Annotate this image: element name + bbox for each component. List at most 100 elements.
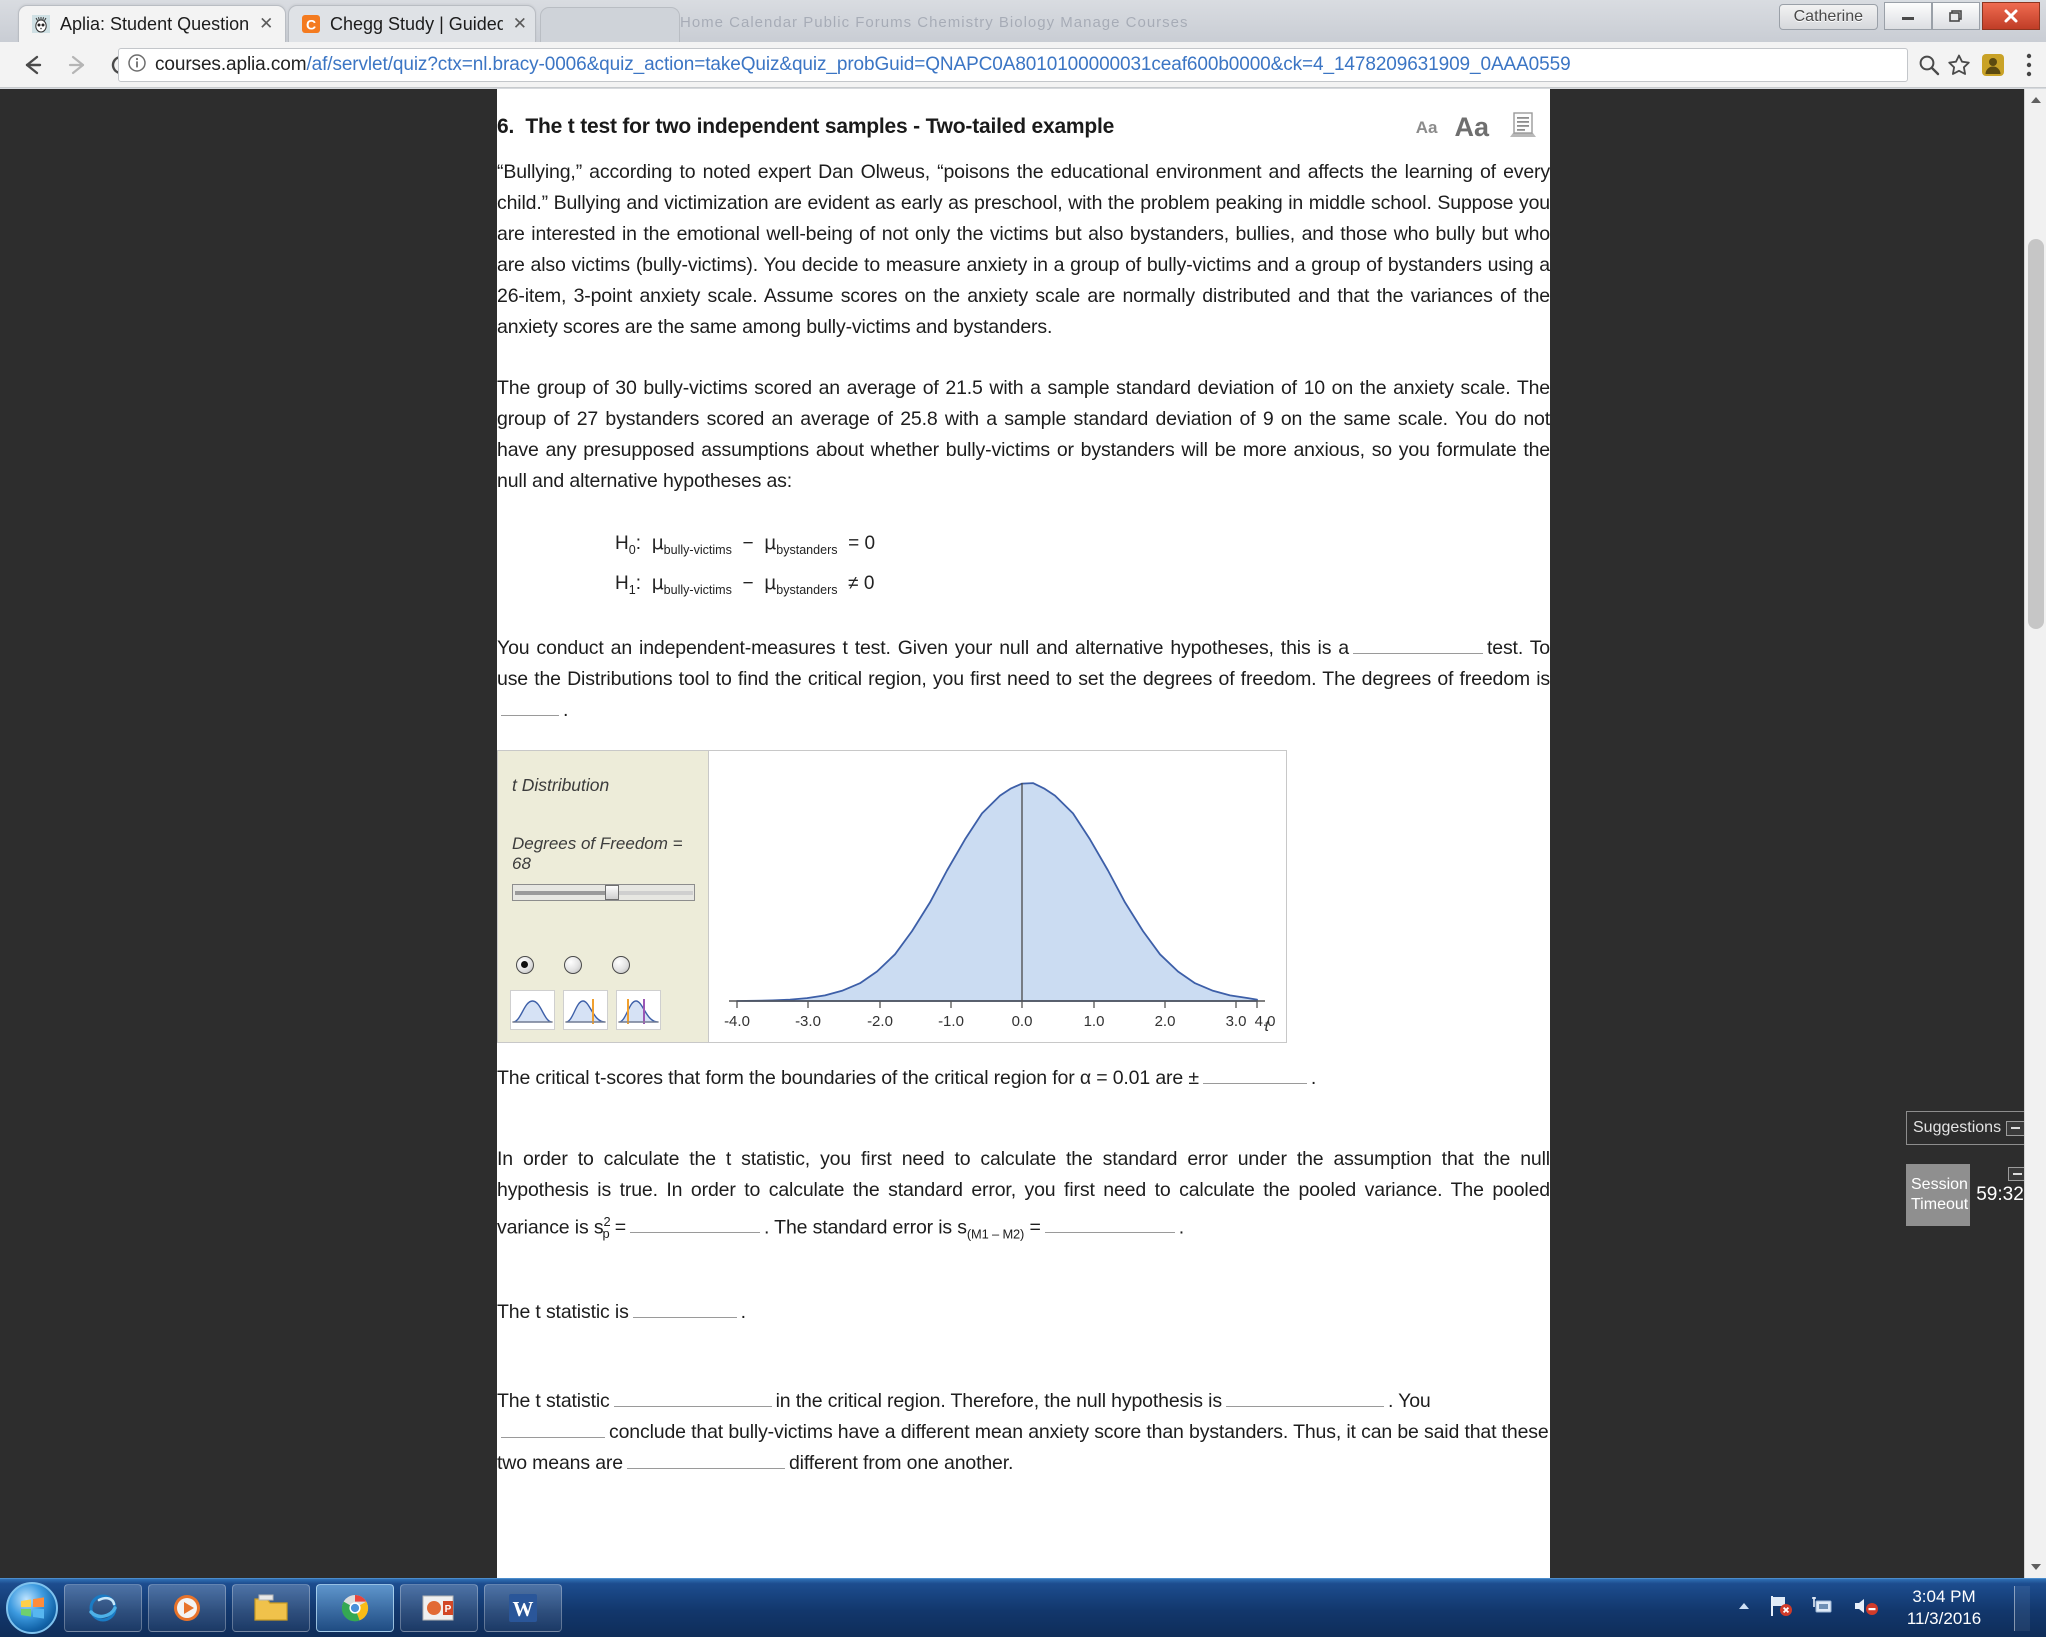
svg-text:C: C [306, 17, 316, 33]
show-desktop-button[interactable] [2014, 1585, 2030, 1631]
font-decrease-button[interactable]: Aa [1416, 118, 1438, 138]
tail-radio-group [516, 955, 630, 974]
conclusion-text-b: in the critical region. Therefore, the n… [775, 1389, 1222, 1412]
h1-operator: − [742, 572, 754, 594]
new-tab-button[interactable] [540, 7, 680, 42]
t-distribution-tool[interactable]: t Distribution Degrees of Freedom = 68 -… [497, 749, 1287, 1043]
alternative-hypothesis: H1: μbully-victims − μbystanders ≠ 0 [615, 571, 875, 597]
system-tray: 3:04 PM 11/3/2016 [1736, 1585, 2046, 1631]
window-minimize-button[interactable] [1884, 2, 1932, 30]
suggestions-label: Suggestions [1913, 1119, 2002, 1136]
question-paragraph-1: “Bullying,” according to noted expert Da… [497, 161, 1550, 338]
network-flag-error-icon[interactable] [1768, 1594, 1794, 1623]
suggestions-minimize-icon[interactable] [2006, 1120, 2025, 1136]
thumbnail-no-tail-icon[interactable] [510, 989, 555, 1030]
suggestions-panel[interactable]: Suggestions [1906, 1111, 2030, 1145]
degrees-of-freedom-blank[interactable] [501, 697, 559, 716]
t-distribution-curve: -4.0 -3.0 -2.0 -1.0 0.0 1.0 2.0 3.0 4.0 [724, 781, 1275, 1030]
session-timeout-label: Session Timeout [1911, 1176, 1969, 1213]
taskbar-item-internet-explorer[interactable] [64, 1584, 142, 1632]
chevron-up-icon[interactable] [1736, 1599, 1752, 1617]
means-different-blank[interactable] [626, 1450, 785, 1469]
url-text: courses.aplia.com/af/servlet/quiz?ctx=nl… [155, 54, 1571, 76]
user-avatar-icon[interactable] [1980, 52, 2006, 83]
degrees-of-freedom-slider[interactable] [512, 883, 695, 901]
tab-close-icon[interactable]: ✕ [259, 14, 273, 34]
star-icon[interactable] [1946, 52, 1972, 83]
h1-group1: bully-victims [663, 582, 732, 597]
scroll-down-button[interactable] [2025, 1556, 2046, 1578]
browser-tab-aplia[interactable]: Aplia: Student Question ✕ [18, 5, 286, 42]
h1-value: 0 [863, 572, 875, 594]
clock-time: 3:04 PM [1912, 1587, 1976, 1606]
xtick-label: 2.0 [1155, 1013, 1176, 1030]
test-type-blank[interactable] [1352, 635, 1483, 654]
search-icon[interactable] [1916, 52, 1942, 83]
question-title-text: The t test for two independent samples -… [525, 115, 1115, 138]
window-close-button[interactable] [1982, 2, 2040, 30]
distribution-title: t Distribution [512, 774, 610, 795]
action-center-icon[interactable] [1810, 1594, 1836, 1623]
window-restore-button[interactable] [1932, 2, 1980, 30]
scrollbar-thumb[interactable] [2028, 239, 2044, 629]
tail-thumbnail-group [510, 989, 661, 1030]
slider-track [515, 890, 693, 895]
radio-one-tail[interactable] [564, 955, 582, 974]
question-paragraph-3: You conduct an independent-measures t te… [497, 633, 1550, 726]
null-hypothesis-blank[interactable] [1225, 1388, 1384, 1407]
pooled-text-b: . The standard error is s [764, 1216, 967, 1239]
xtick-label: -1.0 [938, 1013, 964, 1030]
print-icon[interactable] [1506, 111, 1540, 144]
distribution-chart[interactable]: -4.0 -3.0 -2.0 -1.0 0.0 1.0 2.0 3.0 4.0 [709, 750, 1286, 1042]
p3-text-c: . [563, 698, 569, 721]
tstat-text-b: . [740, 1300, 746, 1323]
scroll-up-button[interactable] [2025, 89, 2046, 111]
t-statistic-blank[interactable] [632, 1299, 737, 1318]
h1-group2: bystanders [776, 582, 838, 597]
distribution-controls-panel: t Distribution Degrees of Freedom = 68 [498, 750, 709, 1042]
tab-close-icon[interactable]: ✕ [513, 14, 527, 34]
taskbar-item-powerpoint[interactable]: P [400, 1584, 478, 1632]
standard-error-blank[interactable] [1044, 1214, 1175, 1234]
browser-tab-chegg[interactable]: C Chegg Study | Guided So ✕ [288, 5, 536, 42]
slider-thumb[interactable] [605, 884, 619, 900]
thumbnail-two-tail-icon[interactable] [616, 989, 661, 1030]
taskbar-item-media-player[interactable] [148, 1584, 226, 1632]
xtick-label: -4.0 [724, 1013, 750, 1030]
hypotheses-block: H0: μbully-victims − μbystanders = 0 H1:… [615, 527, 1550, 607]
h0-subscript: 0 [628, 542, 636, 557]
chrome-browser-window: Home Calendar Public Forums Chemistry Bi… [0, 0, 2046, 1578]
xtick-label: 3.0 [1226, 1013, 1247, 1030]
font-increase-button[interactable]: Aa [1454, 112, 1489, 143]
radio-two-tail[interactable] [612, 955, 630, 974]
taskbar-item-word[interactable]: W [484, 1584, 562, 1632]
h0-group1: bully-victims [663, 542, 732, 557]
info-circle-icon[interactable] [127, 53, 147, 78]
chrome-icon [341, 1595, 369, 1622]
critical-t-blank[interactable] [1202, 1065, 1307, 1084]
page-left-gutter [0, 89, 497, 1578]
thumbnail-one-tail-icon[interactable] [563, 989, 608, 1030]
page-scrollbar[interactable] [2024, 89, 2046, 1578]
taskbar-item-file-explorer[interactable] [232, 1584, 310, 1632]
h0-relation: = [848, 533, 860, 554]
volume-muted-icon[interactable] [1852, 1594, 1880, 1623]
pooled-variance-blank[interactable] [630, 1214, 760, 1234]
session-timeout-value: 59:32 [1970, 1164, 2030, 1226]
null-hypothesis: H0: μbully-victims − μbystanders = 0 [615, 532, 876, 557]
taskbar-item-google-chrome[interactable] [316, 1584, 394, 1632]
back-arrow-icon[interactable] [16, 48, 50, 82]
in-critical-region-blank[interactable] [613, 1388, 772, 1407]
critical-scores-line: The critical t-scores that form the boun… [497, 1063, 1550, 1094]
three-dots-vertical-icon[interactable] [2024, 50, 2034, 85]
taskbar-clock[interactable]: 3:04 PM 11/3/2016 [1896, 1586, 1992, 1630]
play-icon [174, 1595, 200, 1621]
radio-no-tail[interactable] [516, 955, 534, 974]
page-title: 6. The t test for two independent sample… [497, 111, 1114, 139]
conclude-blank[interactable] [501, 1419, 605, 1438]
pooled-equals: = [614, 1216, 626, 1239]
address-bar[interactable]: courses.aplia.com/af/servlet/quiz?ctx=nl… [118, 48, 1908, 82]
chrome-profile-button[interactable]: Catherine [1778, 4, 1878, 30]
h0-label: H [615, 533, 629, 554]
start-button[interactable] [6, 1582, 58, 1634]
